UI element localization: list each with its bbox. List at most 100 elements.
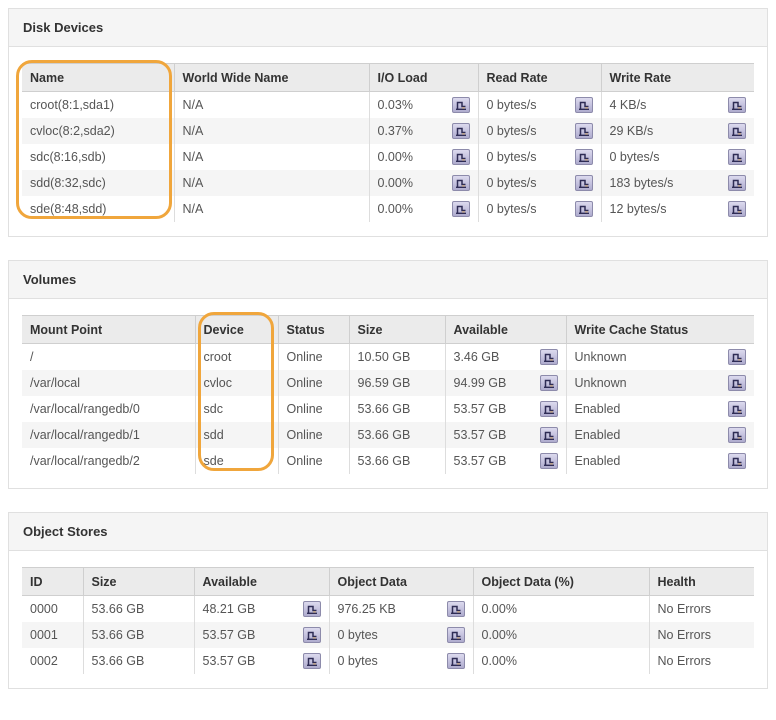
chart-icon[interactable] — [728, 349, 746, 365]
available-value: 53.57 GB — [454, 402, 507, 416]
object-data-pct: 0.00% — [473, 648, 649, 674]
chart-icon[interactable] — [728, 427, 746, 443]
write-cache-status-value: Enabled — [575, 402, 621, 416]
volumes-title: Volumes — [9, 261, 767, 299]
chart-icon[interactable] — [728, 123, 746, 139]
chart-icon[interactable] — [728, 149, 746, 165]
write-rate-value: 183 bytes/s — [610, 176, 674, 190]
table-row: 0002 53.66 GB 53.57 GB 0 bytes 0.00% No … — [22, 648, 754, 674]
volume-device: croot — [195, 344, 278, 371]
store-id: 0000 — [22, 596, 83, 623]
io-load-value: 0.37% — [378, 124, 413, 138]
chart-icon[interactable] — [540, 453, 558, 469]
read-rate-value: 0 bytes/s — [487, 202, 537, 216]
volume-status: Online — [278, 396, 349, 422]
chart-icon[interactable] — [575, 123, 593, 139]
chart-icon[interactable] — [452, 201, 470, 217]
store-size: 53.66 GB — [83, 596, 194, 623]
chart-icon[interactable] — [447, 601, 465, 617]
volume-size: 96.59 GB — [349, 370, 445, 396]
volume-size: 53.66 GB — [349, 448, 445, 474]
chart-icon[interactable] — [303, 601, 321, 617]
table-row: sdc(8:16,sdb) N/A 0.00% 0 bytes/s 0 byte… — [22, 144, 754, 170]
col-header-size: Size — [83, 568, 194, 596]
object-data-pct: 0.00% — [473, 622, 649, 648]
chart-icon[interactable] — [447, 627, 465, 643]
col-header-world-wide-name: World Wide Name — [174, 64, 369, 92]
available-value: 53.57 GB — [203, 654, 256, 668]
device-name: croot(8:1,sda1) — [22, 92, 174, 119]
io-load-value: 0.00% — [378, 176, 413, 190]
available-value: 53.57 GB — [454, 428, 507, 442]
write-rate-value: 4 KB/s — [610, 98, 647, 112]
read-rate-value: 0 bytes/s — [487, 98, 537, 112]
chart-icon[interactable] — [452, 123, 470, 139]
col-header-id: ID — [22, 568, 83, 596]
table-row: sde(8:48,sdd) N/A 0.00% 0 bytes/s 12 byt… — [22, 196, 754, 222]
volume-device: sde — [195, 448, 278, 474]
available-value: 53.57 GB — [203, 628, 256, 642]
chart-icon[interactable] — [728, 201, 746, 217]
store-id: 0002 — [22, 648, 83, 674]
available-value: 94.99 GB — [454, 376, 507, 390]
chart-icon[interactable] — [575, 175, 593, 191]
available-value: 53.57 GB — [454, 454, 507, 468]
device-wwn: N/A — [174, 92, 369, 119]
write-cache-status-value: Unknown — [575, 376, 627, 390]
mount-point: /var/local — [22, 370, 195, 396]
col-header-health: Health — [649, 568, 754, 596]
col-header-device: Device — [195, 316, 278, 344]
device-wwn: N/A — [174, 170, 369, 196]
table-row: / croot Online 10.50 GB 3.46 GB Unknown — [22, 344, 754, 371]
chart-icon[interactable] — [728, 453, 746, 469]
volume-device: cvloc — [195, 370, 278, 396]
write-rate-value: 12 bytes/s — [610, 202, 667, 216]
chart-icon[interactable] — [452, 175, 470, 191]
chart-icon[interactable] — [540, 427, 558, 443]
device-name: sdd(8:32,sdc) — [22, 170, 174, 196]
volume-device: sdd — [195, 422, 278, 448]
col-header-mount-point: Mount Point — [22, 316, 195, 344]
chart-icon[interactable] — [452, 149, 470, 165]
store-health: No Errors — [649, 622, 754, 648]
table-row: croot(8:1,sda1) N/A 0.03% 0 bytes/s 4 KB… — [22, 92, 754, 119]
col-header-object-data-pct: Object Data (%) — [473, 568, 649, 596]
chart-icon[interactable] — [728, 375, 746, 391]
table-row: 0001 53.66 GB 53.57 GB 0 bytes 0.00% No … — [22, 622, 754, 648]
mount-point: / — [22, 344, 195, 371]
write-rate-value: 29 KB/s — [610, 124, 654, 138]
io-load-value: 0.03% — [378, 98, 413, 112]
chart-icon[interactable] — [575, 201, 593, 217]
chart-icon[interactable] — [540, 401, 558, 417]
col-header-write-rate: Write Rate — [601, 64, 754, 92]
volume-device: sdc — [195, 396, 278, 422]
chart-icon[interactable] — [540, 375, 558, 391]
chart-icon[interactable] — [303, 627, 321, 643]
header-row: ID Size Available Object Data Object Dat… — [22, 568, 754, 596]
volume-size: 53.66 GB — [349, 396, 445, 422]
volume-status: Online — [278, 422, 349, 448]
chart-icon[interactable] — [575, 97, 593, 113]
object-data-value: 0 bytes — [338, 628, 378, 642]
volume-size: 53.66 GB — [349, 422, 445, 448]
chart-icon[interactable] — [728, 175, 746, 191]
chart-icon[interactable] — [728, 97, 746, 113]
write-cache-status-value: Enabled — [575, 454, 621, 468]
volumes-panel: Volumes Mount Point Device Status Size A… — [8, 260, 768, 489]
chart-icon[interactable] — [452, 97, 470, 113]
disk-devices-table: Name World Wide Name I/O Load Read Rate … — [22, 63, 754, 222]
object-stores-table: ID Size Available Object Data Object Dat… — [22, 567, 754, 674]
device-wwn: N/A — [174, 196, 369, 222]
table-row: sdd(8:32,sdc) N/A 0.00% 0 bytes/s 183 by… — [22, 170, 754, 196]
chart-icon[interactable] — [728, 401, 746, 417]
object-data-pct: 0.00% — [473, 596, 649, 623]
read-rate-value: 0 bytes/s — [487, 150, 537, 164]
mount-point: /var/local/rangedb/0 — [22, 396, 195, 422]
table-row: /var/local/rangedb/0 sdc Online 53.66 GB… — [22, 396, 754, 422]
chart-icon[interactable] — [540, 349, 558, 365]
volumes-table: Mount Point Device Status Size Available… — [22, 315, 754, 474]
chart-icon[interactable] — [575, 149, 593, 165]
device-wwn: N/A — [174, 118, 369, 144]
volume-size: 10.50 GB — [349, 344, 445, 371]
volume-status: Online — [278, 370, 349, 396]
